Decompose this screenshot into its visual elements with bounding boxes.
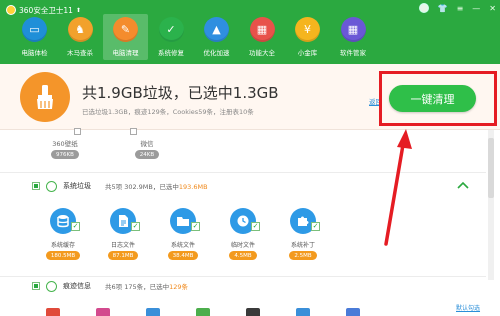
scrollbar-thumb[interactable] [488,138,494,198]
one-click-clean-button[interactable]: 一键清理 [389,85,476,112]
divider [0,172,486,173]
browser-icon[interactable] [96,308,110,316]
section-traces[interactable]: 痕迹信息 共6项 175条，已选中129条 [32,280,188,292]
item-name: 系统补丁 [290,242,315,249]
rocket-icon: ▲ [204,17,229,42]
browser-icon[interactable] [46,308,60,316]
nav-label: 系统修复 [158,49,184,57]
summary-subtitle: 已选垃圾1.3GB，痕迹129条，Cookies59条，注册表10条 [82,108,254,116]
skin-icon[interactable]: 👕 [438,4,448,13]
section-title: 痕迹信息 [63,282,91,290]
nav-item[interactable]: ▦ 软件管家 [331,14,376,60]
section-checkbox[interactable] [32,282,40,290]
item-name: 微信 [140,140,154,148]
default-select-link[interactable]: 默认勾选 [456,303,480,312]
section-meta: 共5项 302.9MB，已选中193.6MB [105,183,208,191]
nav-item[interactable]: ▦ 功能大全 [240,14,285,60]
window-controls: 👕 ≡ — ✕ [418,3,496,13]
list-item[interactable]: 微信 24KB [126,132,168,159]
nav-label: 功能大全 [249,49,275,57]
menu-icon[interactable]: ≡ [457,4,464,13]
item-checkbox[interactable]: ✓ [71,222,80,231]
broom-icon: ✎ [113,17,138,42]
size-badge: 87.1MB [107,251,139,260]
size-badge: 24KB [134,150,160,159]
nav-item[interactable]: ▲ 优化加速 [194,14,239,60]
nav-label: 小金库 [297,49,318,57]
gear-icon [46,180,57,192]
nav-item[interactable]: ▭ 电脑体检 [12,14,57,60]
nav-label: 电脑体检 [21,49,48,57]
list-item[interactable]: ✓ 系统缓存 180.5MB [42,208,84,260]
close-icon[interactable]: ✕ [489,4,496,13]
list-item[interactable]: ✓ 日志文件 87.1MB [102,208,144,260]
shield-icon: ✓ [158,17,184,42]
size-badge: 180.5MB [45,251,81,260]
app-icon[interactable] [196,308,210,316]
list-item[interactable]: ✓ 临时文件 4.5MB [222,208,264,260]
size-badge: 2.5MB [289,251,317,260]
grid-icon: ▦ [249,17,275,42]
coin-icon: ¥ [295,17,320,42]
nav-label: 优化加速 [203,49,230,57]
item-name: 日志文件 [110,242,135,249]
footprint-icon [46,280,57,292]
minimize-icon[interactable]: — [472,4,480,13]
main-nav: ▭ 电脑体检 ♞ 木马查杀 ✎ 电脑清理 ✓ 系统修复 ▲ 优化加速 ▦ 功能大… [12,14,376,60]
nav-item[interactable]: ✓ 系统修复 [149,14,194,60]
trace-items-row [46,308,360,316]
list-item[interactable]: ✓ 系统文件 38.4MB [162,208,204,260]
apps-icon: ▦ [340,17,366,42]
item-checkbox[interactable]: ✓ [311,222,320,231]
nav-label: 电脑清理 [112,49,139,57]
app-icon[interactable] [296,308,310,316]
section-system-junk[interactable]: 系统垃圾 共5项 302.9MB，已选中193.6MB [32,180,208,192]
divider [0,276,486,277]
item-name: 临时文件 [230,242,255,249]
item-name: 360壁纸 [52,140,78,148]
list-item[interactable]: ✓ 系统补丁 2.5MB [282,208,324,260]
item-checkbox[interactable]: ✓ [191,222,200,231]
browser-icon[interactable] [146,308,160,316]
list-item[interactable]: 360壁纸 976KB [44,132,86,159]
size-badge: 38.4MB [167,251,199,260]
app-window: 360安全卫士11 ⬆ 👕 ≡ — ✕ ▭ 电脑体检 ♞ 木马查杀 ✎ 电脑清理 [0,0,500,316]
broom-icon [20,72,70,122]
upgrade-arrow-icon[interactable]: ⬆ [76,7,81,14]
size-badge: 976KB [51,150,79,159]
nav-item[interactable]: ♞ 木马查杀 [58,14,103,60]
header-bar: 360安全卫士11 ⬆ 👕 ≡ — ✕ ▭ 电脑体检 ♞ 木马查杀 ✎ 电脑清理 [0,0,500,64]
summary-title: 共1.9GB垃圾，已选中1.3GB [82,84,279,102]
nav-label: 软件管家 [340,49,366,57]
app-icon[interactable] [346,308,360,316]
section-title: 系统垃圾 [63,182,91,190]
size-badge: 4.5MB [229,251,257,260]
top-items-row: 360壁纸 976KB 微信 24KB [44,132,168,159]
item-name: 系统缓存 [50,242,75,249]
nav-item[interactable]: ¥ 小金库 [285,14,330,60]
section-checkbox[interactable] [32,182,40,190]
item-name: 系统文件 [170,242,195,249]
app-icon[interactable] [246,308,260,316]
horse-icon: ♞ [67,17,93,42]
system-junk-items: ✓ 系统缓存 180.5MB ✓ 日志文件 87.1MB ✓ 系统文件 38.4… [42,208,324,260]
monitor-icon: ▭ [22,17,47,42]
item-checkbox[interactable]: ✓ [251,222,260,231]
nav-label: 木马查杀 [67,49,93,57]
nav-item-active[interactable]: ✎ 电脑清理 [103,14,148,60]
section-meta: 共6项 175条，已选中129条 [105,283,189,291]
item-checkbox[interactable]: ✓ [131,222,140,231]
avatar[interactable] [418,3,429,13]
chevron-up-icon[interactable] [456,180,470,190]
